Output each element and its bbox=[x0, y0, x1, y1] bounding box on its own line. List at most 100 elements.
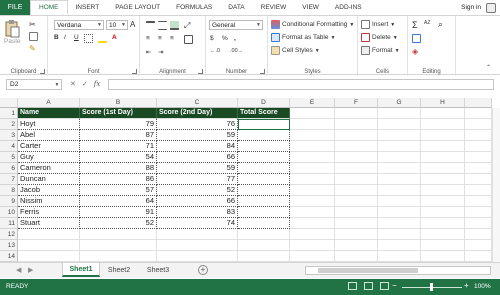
empty-cell[interactable] bbox=[465, 108, 492, 119]
table-cell[interactable]: 91 bbox=[80, 207, 157, 218]
add-sheet-button[interactable]: + bbox=[198, 265, 208, 275]
empty-cell[interactable] bbox=[290, 174, 335, 185]
empty-cell[interactable] bbox=[290, 229, 335, 240]
tab-file[interactable]: FILE bbox=[0, 0, 30, 15]
fill-color-button[interactable] bbox=[98, 34, 107, 43]
font-size-select[interactable]: 10 ▼ bbox=[106, 20, 128, 30]
table-cell[interactable]: 66 bbox=[157, 152, 238, 163]
scroll-thumb[interactable] bbox=[318, 268, 418, 273]
tab-formulas[interactable]: FORMULAS bbox=[168, 0, 220, 15]
sort-filter-button[interactable]: AZ bbox=[424, 20, 430, 26]
empty-cell[interactable] bbox=[290, 218, 335, 229]
empty-cell[interactable] bbox=[335, 240, 378, 251]
copy-button[interactable] bbox=[29, 32, 38, 41]
table-cell[interactable]: Duncan bbox=[18, 174, 80, 185]
bold-button[interactable]: B bbox=[54, 34, 59, 41]
empty-cell[interactable] bbox=[465, 141, 492, 152]
table-cell[interactable]: 54 bbox=[80, 152, 157, 163]
empty-cell[interactable] bbox=[465, 207, 492, 218]
empty-cell[interactable] bbox=[157, 251, 238, 262]
decrease-indent-button[interactable]: ⇤ bbox=[146, 48, 151, 56]
column-header[interactable]: D bbox=[238, 98, 290, 108]
delete-cells-button[interactable]: Delete ▼ bbox=[361, 33, 398, 42]
percent-button[interactable]: % bbox=[222, 35, 228, 42]
table-cell[interactable]: 59 bbox=[157, 163, 238, 174]
empty-cell[interactable] bbox=[335, 174, 378, 185]
clear-button[interactable]: ◈ bbox=[412, 47, 418, 56]
empty-cell[interactable] bbox=[335, 218, 378, 229]
table-cell[interactable]: 66 bbox=[157, 196, 238, 207]
alignment-launcher-icon[interactable] bbox=[198, 69, 203, 74]
empty-cell[interactable] bbox=[465, 196, 492, 207]
empty-cell[interactable] bbox=[18, 240, 80, 251]
worksheet-grid[interactable]: A B C D E F G H 1 Name Score (1st Day) Scor… bbox=[0, 98, 500, 262]
table-cell[interactable]: Nissim bbox=[18, 196, 80, 207]
empty-cell[interactable] bbox=[421, 141, 465, 152]
row-header[interactable]: 7 bbox=[0, 174, 18, 185]
empty-cell[interactable] bbox=[238, 240, 290, 251]
row-header[interactable]: 14 bbox=[0, 251, 18, 262]
italic-button[interactable]: I bbox=[64, 34, 66, 41]
table-cell[interactable]: 59 bbox=[157, 130, 238, 141]
sheet-tab-sheet3[interactable]: Sheet3 bbox=[138, 263, 178, 277]
table-cell[interactable]: 79 bbox=[80, 119, 157, 130]
cancel-formula-button[interactable]: ✕ bbox=[70, 80, 76, 88]
tab-page-layout[interactable]: PAGE LAYOUT bbox=[107, 0, 168, 15]
empty-cell[interactable] bbox=[378, 207, 421, 218]
avatar-icon[interactable] bbox=[486, 2, 496, 13]
row-header[interactable]: 8 bbox=[0, 185, 18, 196]
zoom-in-button[interactable]: + bbox=[464, 281, 469, 290]
empty-cell[interactable] bbox=[378, 229, 421, 240]
comma-button[interactable]: , bbox=[234, 35, 236, 42]
empty-cell[interactable] bbox=[335, 229, 378, 240]
empty-cell[interactable] bbox=[335, 196, 378, 207]
empty-cell[interactable] bbox=[335, 141, 378, 152]
empty-cell[interactable] bbox=[378, 185, 421, 196]
table-cell[interactable]: 52 bbox=[80, 218, 157, 229]
empty-cell[interactable] bbox=[290, 152, 335, 163]
table-cell[interactable]: Carter bbox=[18, 141, 80, 152]
empty-cell[interactable] bbox=[378, 141, 421, 152]
table-header-cell[interactable]: Score (2nd Day) bbox=[157, 108, 238, 119]
sign-in-link[interactable]: Sign in bbox=[461, 4, 481, 11]
tab-home[interactable]: HOME bbox=[30, 0, 68, 15]
empty-cell[interactable] bbox=[290, 108, 335, 119]
empty-cell[interactable] bbox=[465, 130, 492, 141]
column-header[interactable]: A bbox=[18, 98, 80, 108]
insert-function-button[interactable]: fx bbox=[94, 80, 101, 88]
empty-cell[interactable] bbox=[421, 108, 465, 119]
vertical-scrollbar[interactable] bbox=[492, 108, 500, 262]
empty-cell[interactable] bbox=[157, 240, 238, 251]
row-header[interactable]: 12 bbox=[0, 229, 18, 240]
borders-button[interactable] bbox=[84, 34, 93, 43]
empty-cell[interactable] bbox=[378, 163, 421, 174]
empty-cell[interactable] bbox=[421, 196, 465, 207]
empty-cell[interactable] bbox=[465, 119, 492, 130]
font-name-select[interactable]: Verdana ▼ bbox=[54, 20, 104, 30]
table-cell[interactable]: Abel bbox=[18, 130, 80, 141]
table-cell[interactable] bbox=[238, 152, 290, 163]
table-cell[interactable]: 86 bbox=[80, 174, 157, 185]
tab-data[interactable]: DATA bbox=[220, 0, 252, 15]
empty-cell[interactable] bbox=[18, 251, 80, 262]
table-cell[interactable] bbox=[238, 218, 290, 229]
align-right-button[interactable]: ≡ bbox=[170, 35, 174, 42]
empty-cell[interactable] bbox=[378, 152, 421, 163]
row-header[interactable]: 3 bbox=[0, 130, 18, 141]
insert-cells-button[interactable]: Insert ▼ bbox=[361, 20, 395, 29]
empty-cell[interactable] bbox=[421, 174, 465, 185]
format-cells-button[interactable]: Format ▼ bbox=[361, 46, 400, 55]
empty-cell[interactable] bbox=[238, 229, 290, 240]
underline-button[interactable]: U bbox=[74, 34, 79, 41]
empty-cell[interactable] bbox=[465, 240, 492, 251]
align-top-button[interactable] bbox=[146, 21, 155, 30]
table-cell[interactable]: 84 bbox=[157, 141, 238, 152]
sheet-tab-sheet1[interactable]: Sheet1 bbox=[62, 263, 100, 277]
next-sheet-icon[interactable]: ▶ bbox=[28, 266, 33, 274]
format-as-table-button[interactable]: Format as Table ▼ bbox=[271, 33, 335, 42]
empty-cell[interactable] bbox=[335, 108, 378, 119]
table-cell[interactable] bbox=[238, 141, 290, 152]
empty-cell[interactable] bbox=[421, 119, 465, 130]
column-header[interactable]: H bbox=[421, 98, 465, 108]
align-center-button[interactable]: ≡ bbox=[158, 35, 162, 42]
